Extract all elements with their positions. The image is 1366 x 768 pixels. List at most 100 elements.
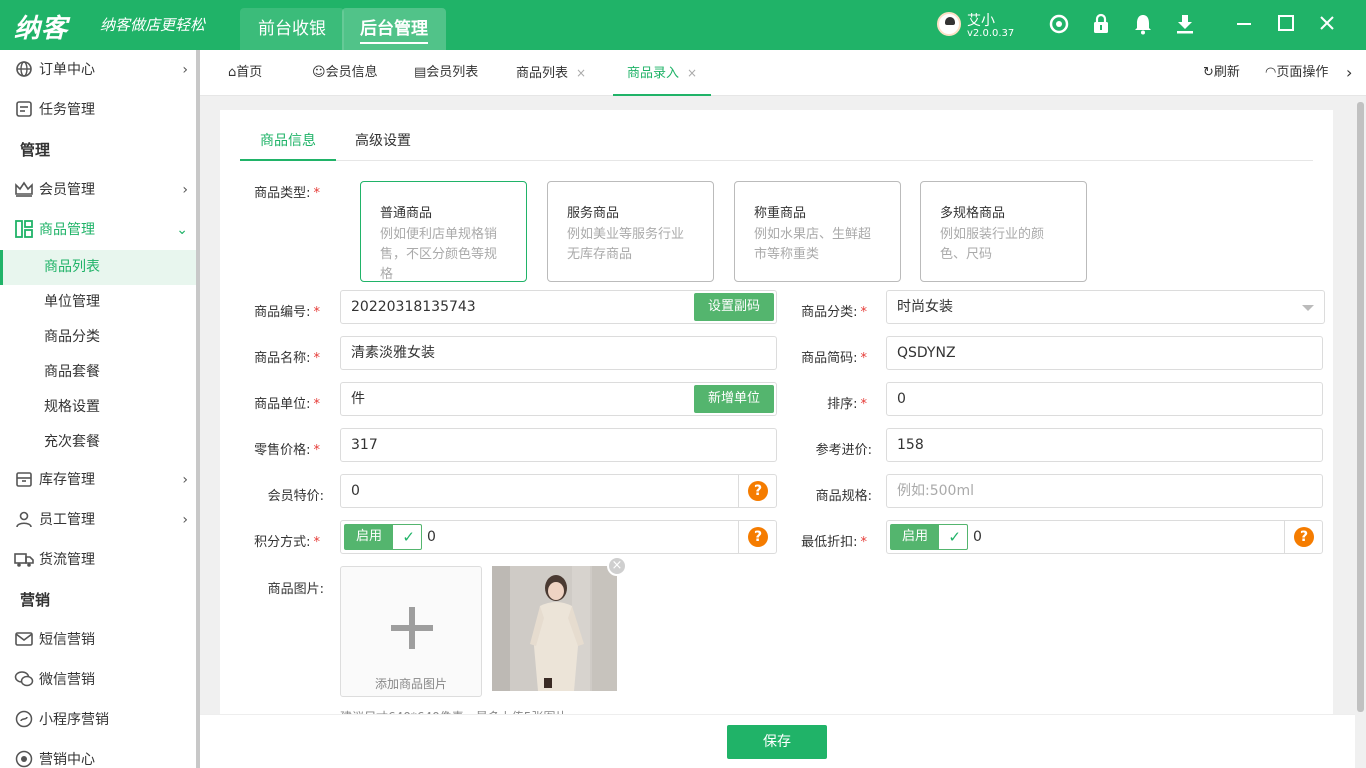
app-logo: 纳客	[14, 14, 69, 44]
refresh-button[interactable]: ↻刷新	[1203, 50, 1240, 96]
top-tab-backend[interactable]: 后台管理	[342, 8, 446, 50]
chevron-right-icon: ›	[182, 62, 188, 78]
sidebar-subitem-recharge[interactable]: 充次套餐	[0, 425, 196, 460]
help-icon[interactable]: ?	[748, 481, 768, 501]
category-select[interactable]: 时尚女装	[886, 290, 1325, 324]
set-subcode-button[interactable]: 设置副码	[693, 293, 774, 321]
crown-icon	[14, 180, 34, 200]
sidebar-item-sms[interactable]: 短信营销	[0, 620, 196, 660]
tab-member-info[interactable]: ☺会员信息	[312, 50, 378, 96]
sidebar-item-stock[interactable]: 库存管理 ›	[0, 460, 196, 500]
tab-member-list[interactable]: ▤会员列表	[414, 50, 478, 96]
sidebar-item-staff[interactable]: 员工管理 ›	[0, 500, 196, 540]
sidebar-item-member[interactable]: 会员管理 ›	[0, 170, 196, 210]
remove-image-icon[interactable]: ×	[607, 556, 627, 576]
content-scrollbar[interactable]	[1355, 96, 1366, 716]
sidebar-subitem-package[interactable]: 商品套餐	[0, 355, 196, 390]
sidebar-item-goods[interactable]: 商品管理 ⌄	[0, 210, 196, 250]
lock-icon[interactable]	[1089, 13, 1113, 37]
top-tab-cashier[interactable]: 前台收银	[240, 8, 344, 50]
retail-price-input[interactable]: 317	[340, 428, 777, 462]
user-icon	[14, 510, 34, 530]
short-code-input[interactable]: QSDYNZ	[886, 336, 1323, 370]
sidebar-scrollbar[interactable]	[196, 50, 200, 768]
page-tab-bar: ⌂首页 ☺会员信息 ▤会员列表 商品列表 × 商品录入 × ↻刷新 ◠页面操作 ›	[200, 50, 1366, 96]
form-subtabs: 商品信息 高级设置	[240, 128, 1313, 161]
sidebar-section-manage: 管理	[20, 141, 51, 159]
clipboard-icon: ▤	[414, 65, 427, 80]
tab-goods-entry[interactable]: 商品录入 ×	[612, 50, 712, 96]
add-unit-button[interactable]: 新增单位	[693, 385, 774, 413]
tab-close-icon[interactable]: ×	[687, 66, 697, 80]
subtab-advanced[interactable]: 高级设置	[335, 128, 431, 161]
help-icon[interactable]: ?	[748, 527, 768, 547]
image-label: 商品图片:	[267, 582, 324, 597]
support-icon[interactable]	[1047, 13, 1071, 37]
minimize-icon[interactable]	[1232, 13, 1256, 37]
spec-input[interactable]: 例如:500ml	[886, 474, 1323, 508]
plus-icon	[391, 607, 433, 649]
sidebar-subitem-unit[interactable]: 单位管理	[0, 285, 196, 320]
refresh-icon: ↻	[1203, 65, 1214, 80]
unit-input[interactable]: 件 新增单位	[340, 382, 777, 416]
maximize-icon[interactable]	[1274, 13, 1298, 37]
sidebar-subitem-category[interactable]: 商品分类	[0, 320, 196, 355]
save-button[interactable]: 保存	[727, 725, 827, 759]
discount-enable-toggle[interactable]: 启用 ✓	[890, 524, 968, 550]
points-input[interactable]: 启用 ✓ 0 ?	[340, 520, 777, 554]
download-icon[interactable]	[1173, 13, 1197, 37]
mail-icon	[14, 630, 34, 650]
add-image-button[interactable]: 添加商品图片	[340, 566, 482, 697]
ref-cost-input[interactable]: 158	[886, 428, 1323, 462]
sidebar-item-order-center[interactable]: 订单中心 ›	[0, 50, 196, 90]
retail-price-label: 零售价格: *	[254, 443, 320, 458]
product-image-thumbnail[interactable]	[492, 566, 617, 691]
sidebar-item-marketing-center[interactable]: 营销中心	[0, 740, 196, 768]
page-ops-button[interactable]: ◠页面操作	[1265, 50, 1328, 96]
chevron-right-icon[interactable]: ›	[1346, 50, 1352, 96]
sidebar-item-logistics[interactable]: 货流管理	[0, 540, 196, 580]
sidebar-item-wechat[interactable]: 微信营销	[0, 660, 196, 700]
code-input[interactable]: 20220318135743 设置副码	[340, 290, 777, 324]
tab-home[interactable]: ⌂首页	[228, 50, 262, 96]
page-ops-icon: ◠	[1265, 65, 1277, 80]
spec-label: 商品规格:	[815, 489, 872, 504]
type-label: 商品类型: *	[254, 186, 320, 201]
miniapp-icon	[14, 710, 34, 730]
type-card-weight[interactable]: 称重商品 例如水果店、生鲜超市等称重类	[734, 181, 901, 282]
min-discount-label: 最低折扣: *	[801, 535, 867, 550]
points-label: 积分方式: *	[254, 535, 320, 550]
tab-close-icon[interactable]: ×	[576, 66, 586, 80]
chevron-right-icon: ›	[182, 182, 188, 198]
user-profile[interactable]: 艾小 v2.0.0.37	[937, 8, 1017, 42]
sidebar-section-marketing: 营销	[20, 591, 51, 609]
subtab-goods-info[interactable]: 商品信息	[240, 128, 336, 161]
member-price-input[interactable]: 0 ?	[340, 474, 777, 508]
goods-icon	[14, 220, 34, 240]
type-card-normal[interactable]: 普通商品 例如便利店单规格销售，不区分颜色等规格	[360, 181, 527, 282]
points-enable-toggle[interactable]: 启用 ✓	[344, 524, 422, 550]
sidebar-item-task[interactable]: 任务管理	[0, 90, 196, 130]
sidebar-item-miniapp[interactable]: 小程序营销	[0, 700, 196, 740]
avatar	[937, 12, 961, 36]
sidebar-subitem-spec[interactable]: 规格设置	[0, 390, 196, 425]
user-name: 艾小	[967, 13, 995, 29]
help-icon[interactable]: ?	[1294, 527, 1314, 547]
member-price-label: 会员特价:	[267, 489, 324, 504]
ref-cost-label: 参考进价:	[815, 443, 872, 458]
bell-icon[interactable]	[1131, 13, 1155, 37]
sidebar-subitem-goods-list[interactable]: 商品列表	[0, 250, 196, 285]
sort-input[interactable]: 0	[886, 382, 1323, 416]
min-discount-input[interactable]: 启用 ✓ 0 ?	[886, 520, 1323, 554]
chevron-right-icon: ›	[182, 512, 188, 528]
type-card-service[interactable]: 服务商品 例如美业等服务行业无库存商品	[547, 181, 714, 282]
tab-goods-list[interactable]: 商品列表 ×	[516, 50, 586, 96]
task-icon	[14, 100, 34, 120]
close-icon[interactable]	[1315, 13, 1339, 37]
app-version: v2.0.0.37	[967, 28, 1015, 39]
name-input[interactable]: 清素淡雅女装	[340, 336, 777, 370]
type-card-multi-spec[interactable]: 多规格商品 例如服装行业的颜色、尺码	[920, 181, 1087, 282]
chevron-right-icon: ›	[182, 472, 188, 488]
wechat-icon	[14, 670, 34, 690]
sort-label: 排序: *	[827, 397, 867, 412]
